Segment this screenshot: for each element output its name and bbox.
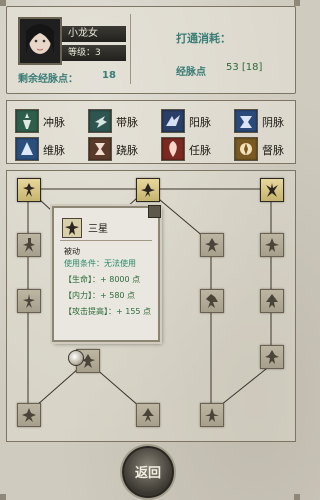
meridian-node[interactable] <box>200 289 224 313</box>
node-tooltip: 三星 被动 使用条件：无法使用 【生命】：+ 8000 点 【内力】：+ 580… <box>52 205 161 342</box>
meridian-node[interactable] <box>260 345 284 369</box>
meridian-node[interactable] <box>260 178 284 202</box>
cost-title: 打通消耗： <box>176 32 231 45</box>
meridian-du-icon[interactable] <box>234 137 258 161</box>
meridian-node[interactable] <box>17 233 41 257</box>
corner-ornament <box>294 0 300 6</box>
character-level: 等级：3 <box>62 45 126 61</box>
meridian-yang-icon[interactable] <box>161 109 185 133</box>
meridian-ren-icon[interactable] <box>161 137 185 161</box>
cost-label: 经脉点 <box>176 67 206 78</box>
meridian-node[interactable] <box>260 289 284 313</box>
meridian-chong-icon[interactable] <box>15 109 39 133</box>
tooltip-line: 【生命】：+ 8000 点 <box>64 275 141 284</box>
avatar[interactable] <box>18 17 62 65</box>
meridian-node[interactable] <box>17 289 41 313</box>
divider <box>130 14 131 84</box>
meridian-dai-label: 带脉 <box>116 116 138 129</box>
remaining-points-value: 18 <box>102 70 116 81</box>
meridian-node[interactable] <box>136 178 160 202</box>
tooltip-line: 【攻击提高】：+ 155 点 <box>64 307 152 316</box>
meridian-yang-label: 阳脉 <box>189 116 211 129</box>
tooltip-title: 三星 <box>88 224 108 235</box>
close-icon[interactable] <box>148 205 161 218</box>
meridian-node[interactable] <box>136 403 160 427</box>
meridian-dai-icon[interactable] <box>88 109 112 133</box>
back-button[interactable]: 返回 <box>122 446 174 498</box>
corner-ornament <box>294 494 300 500</box>
tooltip-line: 【内力】：+ 580 点 <box>64 291 136 300</box>
meridian-chong-label: 冲脉 <box>43 116 65 129</box>
meridian-node[interactable] <box>17 403 41 427</box>
tooltip-skill-icon <box>62 218 82 238</box>
back-button-label: 返回 <box>134 466 161 481</box>
meridian-du-label: 督脉 <box>262 144 284 157</box>
remaining-points-label: 剩余经脉点： <box>18 74 78 85</box>
character-name: 小龙女 <box>62 26 126 42</box>
corner-ornament <box>0 494 6 500</box>
meridian-ren-label: 任脉 <box>189 144 211 157</box>
meridian-wei-icon[interactable] <box>15 137 39 161</box>
tooltip-divider <box>60 240 152 241</box>
meridian-node[interactable] <box>17 178 41 202</box>
meridian-yin-label: 阴脉 <box>262 116 284 129</box>
meridian-panel: 冲脉 带脉 阳脉 阴脉 维脉 跷脉 任脉 督脉 <box>6 100 296 164</box>
tooltip-condition: 使用条件：无法使用 <box>64 259 136 268</box>
meridian-node[interactable] <box>200 403 224 427</box>
meridian-node[interactable] <box>260 233 284 257</box>
meridian-node[interactable] <box>200 233 224 257</box>
cost-value: 53 [18] <box>226 62 263 73</box>
meridian-wei-label: 维脉 <box>43 144 65 157</box>
meridian-qiao-icon[interactable] <box>88 137 112 161</box>
selection-ring-icon[interactable] <box>68 350 84 366</box>
meridian-qiao-label: 跷脉 <box>116 144 138 157</box>
meridian-yin-icon[interactable] <box>234 109 258 133</box>
tooltip-subtitle: 被动 <box>64 247 80 256</box>
corner-ornament <box>0 0 6 6</box>
